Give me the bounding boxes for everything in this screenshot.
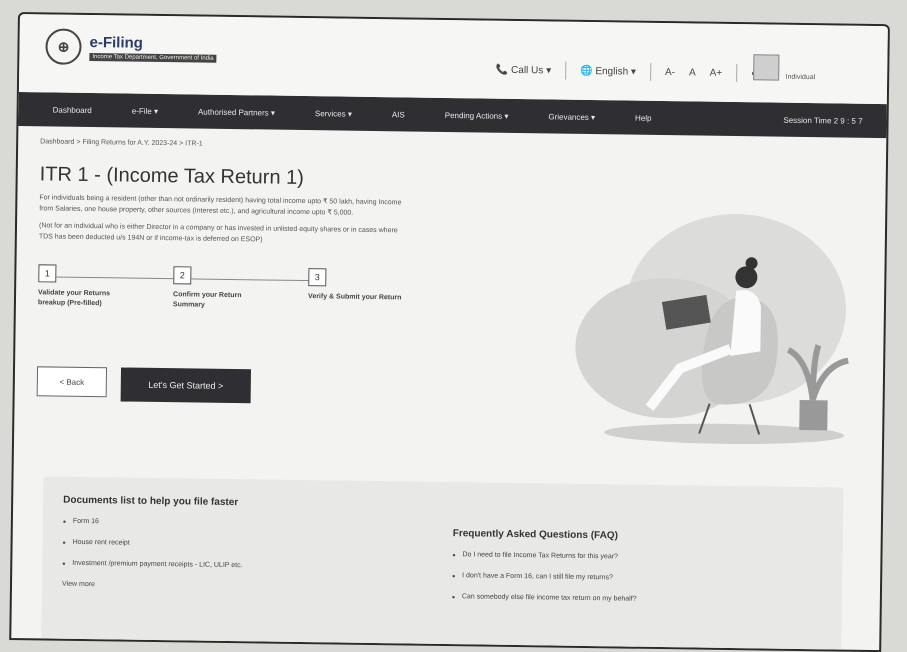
step-label: Confirm your Return Summary xyxy=(172,291,242,309)
nav-dashboard[interactable]: Dashboard xyxy=(33,105,112,115)
step-2: 2 Confirm your Return Summary xyxy=(173,266,274,311)
help-panel: Documents list to help you file faster F… xyxy=(41,476,844,652)
header-tools: 📞 Call Us ▾ 🌐 English ▾ A- A A+ ◐ xyxy=(496,61,758,83)
plant-pot xyxy=(799,399,828,431)
illustration-woman-laptop xyxy=(575,214,849,445)
national-emblem-icon: ⊕ xyxy=(45,28,82,65)
page-note: (Not for an individual who is either Dir… xyxy=(38,222,398,244)
font-increase-button[interactable]: A+ xyxy=(710,67,723,78)
font-reset-button[interactable]: A xyxy=(689,67,696,78)
call-us-dropdown[interactable]: 📞 Call Us ▾ xyxy=(496,64,551,76)
logo-title: e-Filing xyxy=(89,33,144,52)
nav-ais[interactable]: AIS xyxy=(372,109,425,119)
language-dropdown[interactable]: 🌐 English ▾ xyxy=(580,65,636,77)
divider xyxy=(649,62,652,81)
language-label: English xyxy=(595,65,629,78)
session-timer: Session Time 2 9 : 5 7 xyxy=(783,115,863,126)
nav-efile[interactable]: e-File ▾ xyxy=(112,106,178,116)
step-3: 3 Verify & Submit your Return xyxy=(308,268,408,303)
divider xyxy=(736,64,738,83)
site-header: ⊕ e-Filing Income Tax Department, Govern… xyxy=(18,14,888,105)
user-profile[interactable]: Individual xyxy=(753,54,816,82)
list-item: Investment /premium payment receipts - L… xyxy=(62,560,442,572)
progress-steps: 1 Validate your Returns breakup (Pre-fil… xyxy=(37,264,428,359)
faq-item[interactable]: I don't have a Form 16, can I still file… xyxy=(452,572,832,584)
lets-get-started-button[interactable]: Let's Get Started > xyxy=(120,367,252,404)
nav-authorised-partners[interactable]: Authorised Partners ▾ xyxy=(178,107,295,118)
font-decrease-button[interactable]: A- xyxy=(665,67,675,78)
list-item: Form 16 xyxy=(63,518,443,530)
browser-screen: ⊕ e-Filing Income Tax Department, Govern… xyxy=(9,12,890,652)
documents-list: Documents list to help you file faster F… xyxy=(62,495,443,593)
nav-services[interactable]: Services ▾ xyxy=(295,108,372,119)
step-label: Verify & Submit your Return xyxy=(308,293,402,302)
faq-title: Frequently Asked Questions (FAQ) xyxy=(452,528,619,542)
efiling-logo[interactable]: ⊕ e-Filing Income Tax Department, Govern… xyxy=(45,28,217,66)
faq-list: Frequently Asked Questions (FAQ) Do I ne… xyxy=(452,528,833,619)
step-number: 1 xyxy=(38,264,57,283)
list-item: House rent receipt xyxy=(63,539,443,551)
nav-help[interactable]: Help xyxy=(615,113,672,123)
step-label: Validate your Returns breakup (Pre-fille… xyxy=(37,289,111,308)
page-description: For individuals being a resident (other … xyxy=(39,194,402,217)
nav-pending-actions[interactable]: Pending Actions ▾ xyxy=(425,110,529,120)
user-type-label: Individual xyxy=(785,73,816,82)
view-more-link[interactable]: View more xyxy=(62,581,442,593)
step-number: 3 xyxy=(308,268,327,287)
documents-title: Documents list to help you file faster xyxy=(63,494,239,509)
faq-item[interactable]: Do I need to file Income Tax Returns for… xyxy=(452,551,832,563)
call-us-label: Call Us xyxy=(511,64,544,76)
divider xyxy=(565,61,567,80)
step-number: 2 xyxy=(173,266,192,285)
logo-subtitle: Income Tax Department, Government of Ind… xyxy=(89,52,217,63)
nav-grievances[interactable]: Grievances ▾ xyxy=(528,112,615,122)
faq-item[interactable]: Can somebody else file income tax return… xyxy=(452,593,832,605)
step-1: 1 Validate your Returns breakup (Pre-fil… xyxy=(38,264,139,309)
avatar xyxy=(753,54,780,81)
back-button[interactable]: < Back xyxy=(36,366,108,398)
